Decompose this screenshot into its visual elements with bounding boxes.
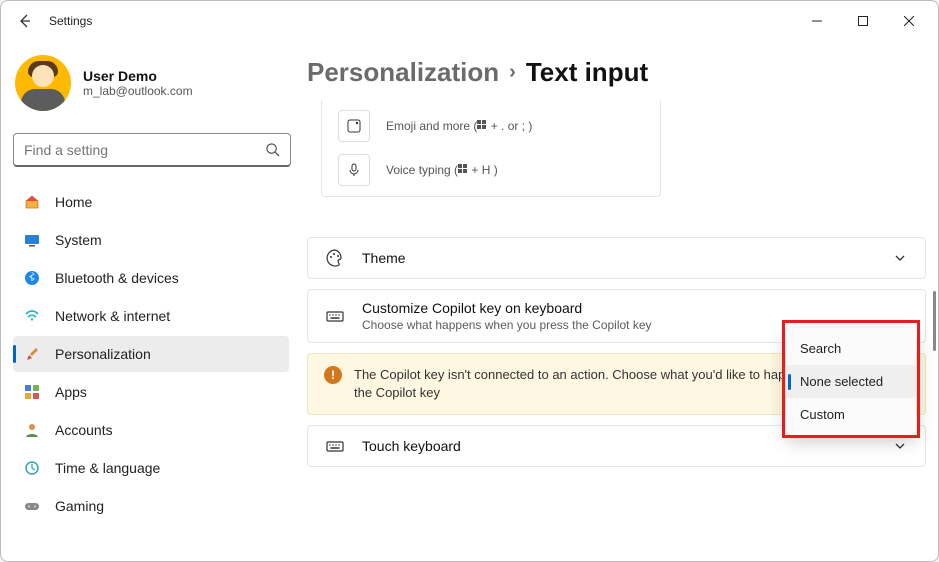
search-input[interactable]	[24, 142, 265, 158]
sidebar-item-label: Accounts	[55, 422, 113, 438]
windows-key-icon	[477, 120, 487, 130]
close-button[interactable]	[886, 5, 932, 37]
keyboard-icon	[324, 306, 346, 326]
sidebar-item-gaming[interactable]: Gaming	[13, 488, 289, 524]
palette-icon	[324, 248, 346, 268]
emoji-icon	[338, 110, 370, 142]
back-button[interactable]	[7, 3, 43, 39]
chevron-down-icon	[891, 252, 909, 264]
windows-key-icon	[458, 164, 468, 174]
system-icon	[23, 231, 41, 249]
sidebar-item-network[interactable]: Network & internet	[13, 298, 289, 334]
search-icon	[265, 142, 280, 157]
sidebar-item-label: Network & internet	[55, 308, 170, 324]
minimize-button[interactable]	[794, 5, 840, 37]
sidebar-item-bluetooth[interactable]: Bluetooth & devices	[13, 260, 289, 296]
dropdown-option-none-selected[interactable]: None selected	[786, 365, 916, 398]
breadcrumb-separator: ›	[509, 61, 516, 84]
user-email: m_lab@outlook.com	[83, 84, 193, 98]
sidebar-item-home[interactable]: Home	[13, 184, 289, 220]
gamepad-icon	[23, 497, 41, 515]
sidebar-item-time-language[interactable]: Time & language	[13, 450, 289, 486]
wifi-icon	[23, 307, 41, 325]
emoji-keys: + . or ; )	[487, 119, 532, 133]
sidebar-item-label: Home	[55, 194, 92, 210]
sidebar-item-personalization[interactable]: Personalization	[13, 336, 289, 372]
sidebar-item-label: Time & language	[55, 460, 160, 476]
bluetooth-icon	[23, 269, 41, 287]
sidebar: User Demo m_lab@outlook.com Home System	[1, 41, 301, 561]
maximize-button[interactable]	[840, 5, 886, 37]
theme-row[interactable]: Theme	[307, 237, 926, 279]
apps-icon	[23, 383, 41, 401]
titlebar: Settings	[1, 1, 938, 41]
emoji-row[interactable]: Emoji and more ( + . or ; )	[322, 104, 660, 148]
paintbrush-icon	[23, 345, 41, 363]
chevron-down-icon	[891, 440, 909, 452]
sidebar-item-apps[interactable]: Apps	[13, 374, 289, 410]
sidebar-item-label: Bluetooth & devices	[55, 270, 179, 286]
sidebar-item-label: Apps	[55, 384, 87, 400]
sidebar-item-label: System	[55, 232, 102, 248]
dropdown-option-search[interactable]: Search	[786, 332, 916, 365]
mic-icon	[338, 154, 370, 186]
scrollbar-thumb[interactable]	[933, 291, 936, 351]
copilot-title: Customize Copilot key on keyboard	[362, 300, 909, 316]
window-title: Settings	[49, 14, 92, 28]
profile-block[interactable]: User Demo m_lab@outlook.com	[13, 47, 289, 125]
globe-clock-icon	[23, 459, 41, 477]
theme-title: Theme	[362, 250, 875, 266]
sidebar-item-label: Personalization	[55, 346, 151, 362]
main-panel: Personalization › Text input Emoji and m…	[301, 41, 938, 561]
dropdown-option-custom[interactable]: Custom	[786, 398, 916, 431]
breadcrumb-current: Text input	[526, 57, 648, 88]
person-icon	[23, 421, 41, 439]
voice-typing-row[interactable]: Voice typing ( + H )	[322, 148, 660, 192]
avatar	[15, 55, 71, 111]
voice-label: Voice typing (	[386, 163, 458, 177]
touch-keyboard-title: Touch keyboard	[362, 438, 875, 454]
user-name: User Demo	[83, 68, 193, 84]
search-box[interactable]	[13, 133, 291, 167]
nav-list: Home System Bluetooth & devices Network …	[13, 183, 289, 525]
warning-icon: !	[324, 366, 342, 384]
sidebar-item-label: Gaming	[55, 498, 104, 514]
voice-keys: + H )	[468, 163, 498, 177]
copilot-key-dropdown: Search None selected Custom	[786, 328, 916, 435]
input-methods-card: Emoji and more ( + . or ; ) Voice typing…	[321, 100, 661, 197]
emoji-label: Emoji and more (	[386, 119, 477, 133]
home-icon	[23, 193, 41, 211]
window-controls	[794, 5, 932, 37]
settings-window: Settings User Demo m_lab@outlook.com	[0, 0, 939, 562]
breadcrumb: Personalization › Text input	[307, 51, 926, 100]
keyboard-icon	[324, 436, 346, 456]
breadcrumb-parent[interactable]: Personalization	[307, 57, 499, 88]
arrow-left-icon	[17, 13, 33, 29]
sidebar-item-accounts[interactable]: Accounts	[13, 412, 289, 448]
sidebar-item-system[interactable]: System	[13, 222, 289, 258]
